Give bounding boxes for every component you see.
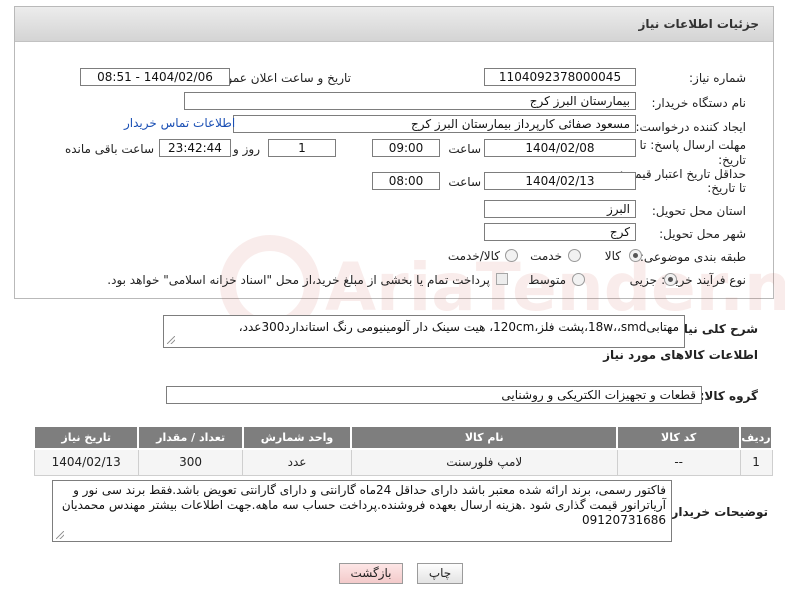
validity-label: حداقل تاریخ اعتبار قیمت: [619, 167, 746, 181]
print-button[interactable]: چاپ [417, 563, 463, 584]
goods-table-header: ردیف کد کالا نام کالا واحد شمارش تعداد /… [32, 425, 773, 450]
requester-label: ایجاد کننده درخواست: [635, 120, 746, 134]
city-label: شهر محل تحویل: [659, 227, 746, 241]
province-field: البرز [484, 200, 636, 218]
cell-quantity: 300 [137, 448, 244, 476]
reply-deadline-label-2: تاریخ: [718, 153, 746, 167]
process-radio-medium[interactable] [572, 273, 585, 286]
remaining-days-field: 1 [268, 139, 336, 157]
category-option-goods: کالا [604, 249, 621, 263]
need-number-field: 1104092378000045 [484, 68, 636, 86]
need-number-label: شماره نیاز: [689, 71, 746, 85]
goods-group-label: گروه کالا: [699, 389, 758, 403]
remaining-time-field: 23:42:44 [159, 139, 231, 157]
remaining-time-label: ساعت باقی مانده [64, 142, 154, 156]
treasury-payment-note: پرداخت تمام یا بخشی از مبلغ خرید،از محل … [107, 273, 490, 287]
cell-code: -- [616, 448, 741, 476]
reply-time-label: ساعت [448, 142, 481, 156]
validity-time-field: 08:00 [372, 172, 440, 190]
col-need-date: تاریخ نیاز [32, 425, 140, 450]
cell-name: لامپ فلورسنت [350, 448, 618, 476]
back-button[interactable]: بازگشت [339, 563, 403, 584]
cell-row: 1 [739, 448, 773, 476]
process-radio-minor[interactable] [664, 273, 677, 286]
cell-need-date: 1404/02/13 [33, 448, 139, 476]
reply-time-field: 09:00 [372, 139, 440, 157]
category-radio-goods[interactable] [629, 249, 642, 262]
panel-title: جزئیات اطلاعات نیاز [638, 17, 759, 31]
validity-label-2: تا تاریخ: [707, 181, 746, 195]
goods-table: ردیف کد کالا نام کالا واحد شمارش تعداد /… [32, 425, 773, 476]
treasury-payment-checkbox[interactable] [496, 273, 508, 285]
process-option-medium: متوسط [528, 273, 566, 287]
table-row: 1 -- لامپ فلورسنت عدد 300 1404/02/13 [33, 448, 773, 476]
contact-info-link[interactable]: اطلاعات تماس خریدار [124, 116, 235, 130]
validity-time-label: ساعت [448, 175, 481, 189]
buyer-notes-label: توضیحات خریدار: [666, 505, 768, 519]
goods-section-title: اطلاعات کالاهای مورد نیاز [603, 348, 758, 362]
buyer-notes-field: فاکتور رسمی، برند ارائه شده معتبر باشد د… [52, 480, 672, 542]
col-row: ردیف [739, 425, 773, 450]
cell-unit: عدد [242, 448, 352, 476]
description-field: مهتابی18w،،smd،پشت فلز،120cm، هیت سینک د… [163, 315, 685, 348]
col-code: کد کالا [616, 425, 742, 450]
buyer-org-label: نام دستگاه خریدار: [651, 96, 747, 110]
col-quantity: تعداد / مقدار [137, 425, 244, 450]
process-option-minor: جزیی [629, 273, 657, 287]
buyer-org-field: بیمارستان البرز کرج [184, 92, 636, 110]
resize-grip-icon[interactable] [167, 336, 175, 344]
panel-header: جزئیات اطلاعات نیاز [15, 7, 773, 42]
category-option-goods-service: کالا/خدمت [447, 249, 500, 263]
reply-date-field: 1404/02/08 [484, 139, 636, 157]
days-label: روز و [233, 142, 260, 156]
col-name: نام کالا [350, 425, 619, 450]
reply-deadline-label: مهلت ارسال پاسخ: تا [639, 138, 746, 152]
col-unit: واحد شمارش [241, 425, 353, 450]
requester-field: مسعود صفائی کارپرداز بیمارستان البرز کرج [233, 115, 636, 133]
category-option-service: خدمت [530, 249, 562, 263]
goods-group-field: قطعات و تجهیزات الکتریکی و روشنایی [166, 386, 702, 404]
city-field: کرج [484, 223, 636, 241]
resize-grip-icon-notes[interactable] [56, 531, 64, 539]
category-radio-service[interactable] [568, 249, 581, 262]
validity-date-field: 1404/02/13 [484, 172, 636, 190]
category-radio-goods-service[interactable] [505, 249, 518, 262]
category-label: طبقه بندی موضوعی: [639, 250, 746, 264]
province-label: استان محل تحویل: [651, 204, 746, 218]
announce-field: 1404/02/06 - 08:51 [80, 68, 230, 86]
